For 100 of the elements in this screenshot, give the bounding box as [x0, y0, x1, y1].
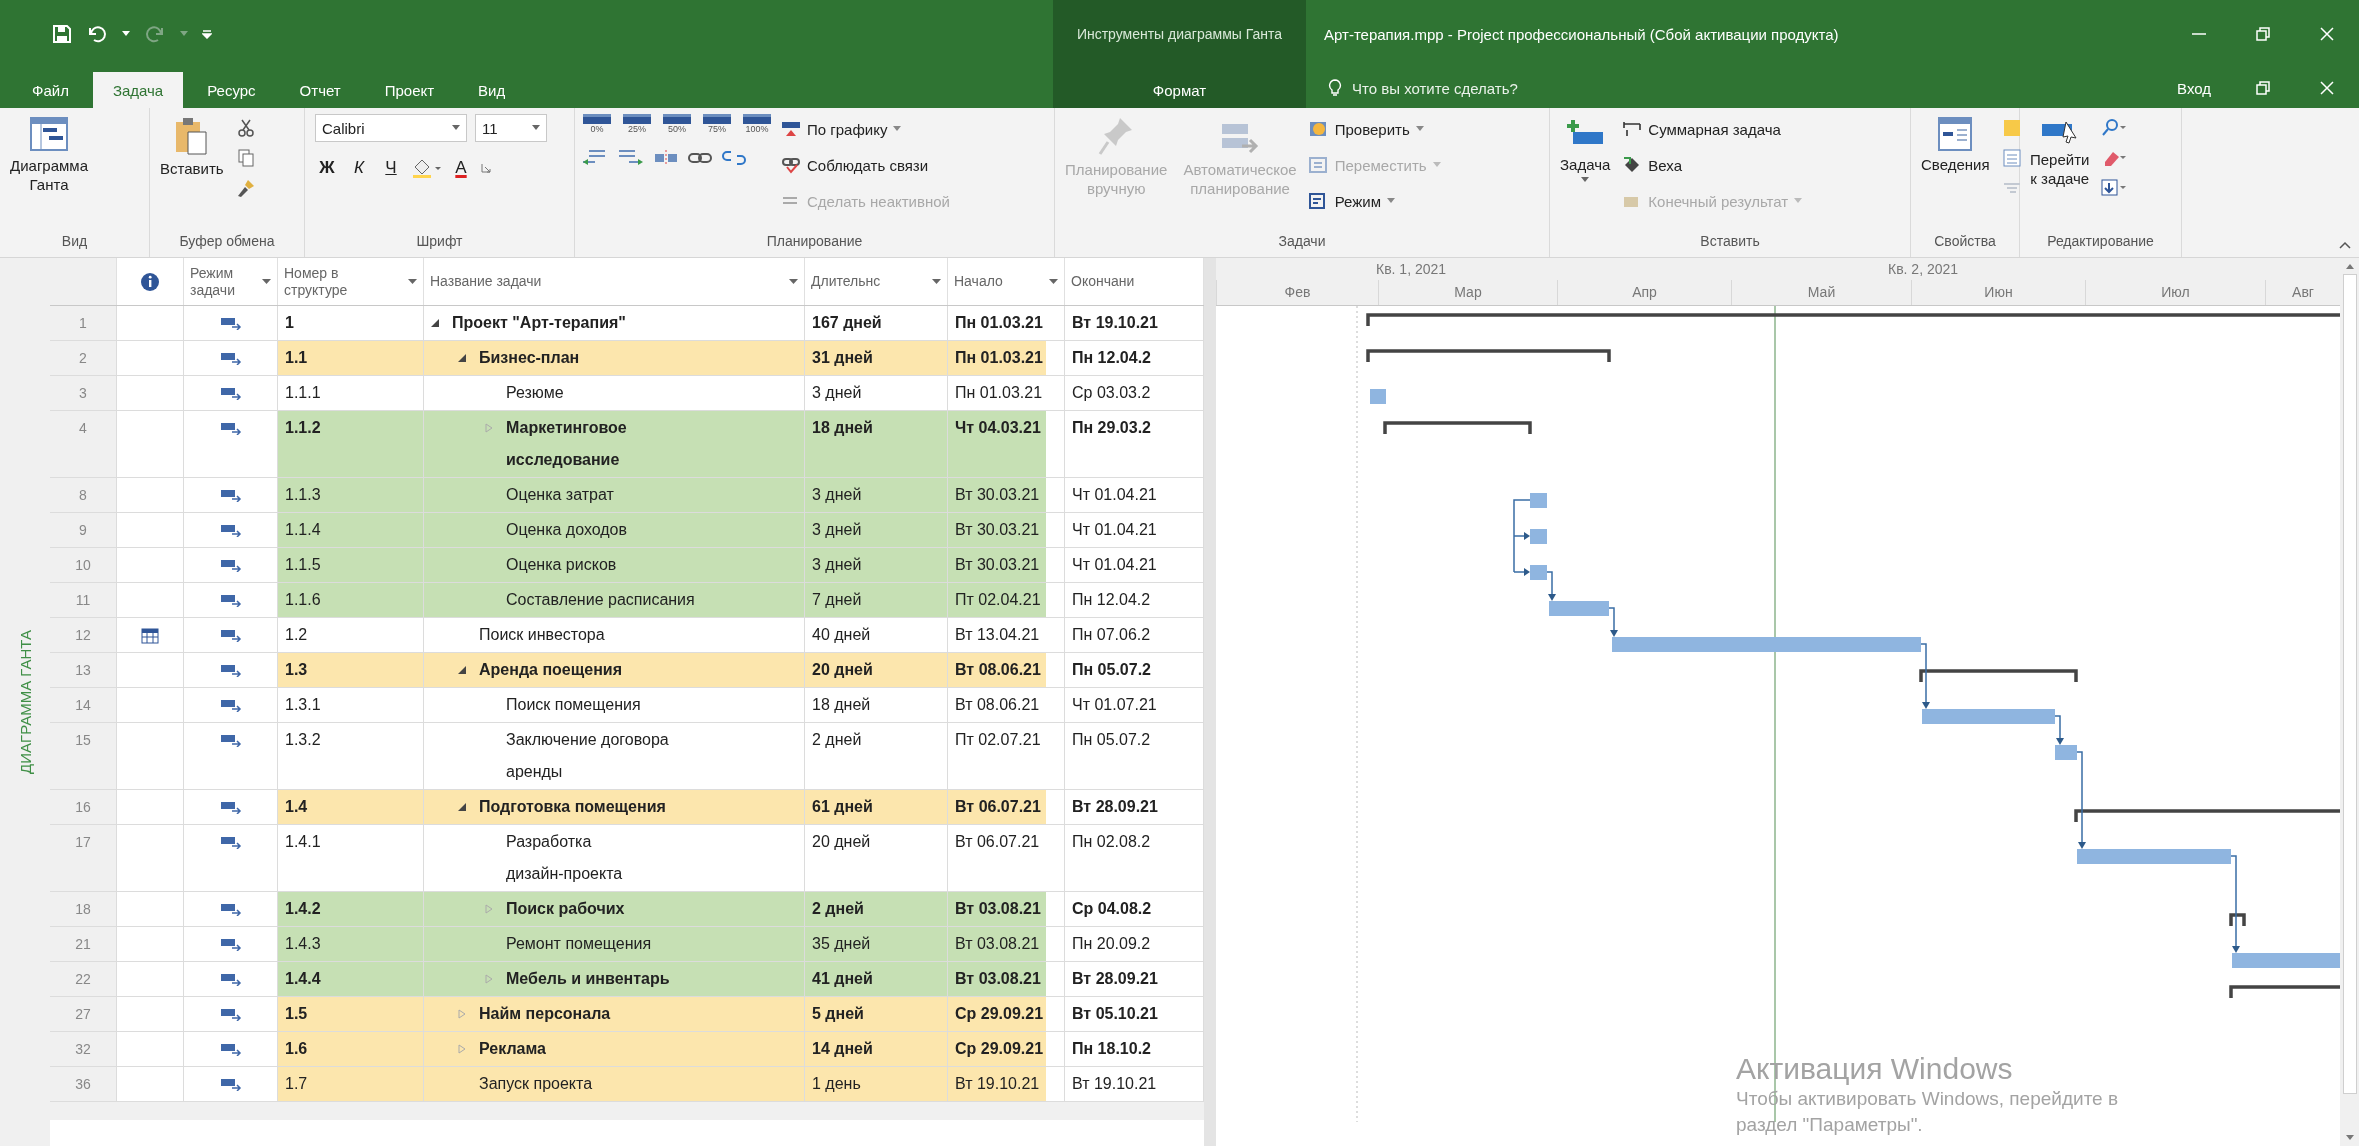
- column-header[interactable]: Начало: [948, 258, 1065, 305]
- horizontal-scrollbar[interactable]: [50, 1102, 1204, 1120]
- row-number[interactable]: 27: [50, 997, 117, 1031]
- row-number[interactable]: 32: [50, 1032, 117, 1066]
- filter-dropdown-icon[interactable]: [408, 278, 417, 285]
- dialog-launcher-icon[interactable]: [481, 163, 491, 173]
- milestone-button[interactable]: Веха: [1622, 150, 1803, 180]
- scroll-down-icon[interactable]: [2344, 1134, 2355, 1142]
- month-label: Апр: [1557, 280, 1731, 305]
- inspect-button[interactable]: Проверить: [1308, 114, 1441, 144]
- outline-toggle-icon[interactable]: [484, 423, 494, 433]
- go-to-task-button[interactable]: Перейти к задаче: [2026, 114, 2094, 190]
- column-header[interactable]: Номер в структуре: [278, 258, 424, 305]
- group-label: Свойства: [1933, 233, 1997, 251]
- outline-toggle-icon[interactable]: [484, 974, 494, 984]
- ribbon-tab[interactable]: Задача: [92, 72, 184, 108]
- row-number[interactable]: 15: [50, 723, 117, 789]
- row-number[interactable]: 18: [50, 892, 117, 926]
- row-number[interactable]: 10: [50, 548, 117, 582]
- row-number[interactable]: 16: [50, 790, 117, 824]
- row-number[interactable]: 36: [50, 1067, 117, 1101]
- copy-icon[interactable]: [235, 148, 256, 168]
- row-number[interactable]: 4: [50, 411, 117, 477]
- column-header[interactable]: Название задачи: [424, 258, 805, 305]
- outline-toggle-icon[interactable]: [484, 904, 494, 914]
- underline-button[interactable]: Ч: [379, 154, 403, 182]
- sign-in-link[interactable]: Вход: [2157, 68, 2231, 108]
- outline-toggle-icon[interactable]: [457, 353, 467, 363]
- filter-dropdown-icon[interactable]: [262, 278, 271, 285]
- ribbon-tab[interactable]: Файл: [12, 72, 89, 108]
- caret-icon[interactable]: [122, 31, 130, 37]
- ribbon-tab[interactable]: Отчет: [279, 72, 361, 108]
- ribbon-tab[interactable]: Проект: [364, 72, 455, 108]
- row-number[interactable]: 3: [50, 376, 117, 410]
- summary-bar[interactable]: [1366, 349, 1611, 362]
- table-cell: 1.4.3: [278, 927, 424, 961]
- information-button[interactable]: Сведения: [1917, 114, 1994, 175]
- column-header[interactable]: Длительнс: [805, 258, 948, 305]
- gantt-chart-button[interactable]: Диаграмма Ганта: [6, 114, 92, 196]
- row-number[interactable]: 22: [50, 962, 117, 996]
- respect-links-button[interactable]: Соблюдать связи: [781, 150, 950, 180]
- brush-icon[interactable]: [235, 178, 256, 198]
- filter-dropdown-icon[interactable]: [932, 278, 941, 285]
- filter-dropdown-icon[interactable]: [789, 278, 798, 285]
- tell-me-field[interactable]: Что вы хотите сделать?: [1350, 78, 1674, 98]
- ribbon-tab[interactable]: Ресурс: [187, 72, 276, 108]
- percent-complete-button[interactable]: 25%: [621, 114, 653, 134]
- outline-toggle-icon[interactable]: [457, 802, 467, 812]
- outline-toggle-icon[interactable]: [457, 1009, 467, 1019]
- unlink-icon[interactable]: [721, 148, 747, 168]
- outline-toggle-icon[interactable]: [430, 318, 440, 328]
- summary-bar[interactable]: [2074, 809, 2340, 822]
- row-number[interactable]: 17: [50, 825, 117, 891]
- insert-task-button[interactable]: Задача: [1556, 114, 1615, 185]
- row-number[interactable]: 2: [50, 341, 117, 375]
- percent-complete-button[interactable]: 0%: [581, 114, 613, 134]
- outline-toggle-icon[interactable]: [457, 1044, 467, 1054]
- summary-bar[interactable]: [2229, 913, 2246, 926]
- fill-color-icon[interactable]: [411, 157, 441, 179]
- summary-task-button[interactable]: Суммарная задача: [1622, 114, 1803, 144]
- row-number[interactable]: 1: [50, 306, 117, 340]
- table-cell: 40 дней: [805, 618, 948, 652]
- summary-bar[interactable]: [1366, 313, 2340, 326]
- mode-button[interactable]: Режим: [1308, 186, 1441, 216]
- outline-toggle-icon[interactable]: [457, 665, 467, 675]
- bold-button[interactable]: Ж: [315, 154, 339, 182]
- font-color-button[interactable]: А: [449, 154, 473, 182]
- task-name: Подготовка помещения: [479, 797, 666, 817]
- undo-icon[interactable]: [86, 24, 108, 44]
- row-number[interactable]: 21: [50, 927, 117, 961]
- collapse-ribbon-icon[interactable]: [2339, 241, 2351, 249]
- scrollbar-thumb[interactable]: [2342, 274, 2357, 1094]
- row-number[interactable]: 12: [50, 618, 117, 652]
- row-number[interactable]: 13: [50, 653, 117, 687]
- search-icon[interactable]: [2101, 118, 2128, 138]
- italic-button[interactable]: К: [347, 154, 371, 182]
- save-icon[interactable]: [52, 24, 72, 44]
- summary-bar[interactable]: [1383, 421, 1532, 434]
- row-number[interactable]: 14: [50, 688, 117, 722]
- percent-complete-button[interactable]: 75%: [701, 114, 733, 134]
- row-number[interactable]: 8: [50, 478, 117, 512]
- percent-complete-button[interactable]: 100%: [741, 114, 773, 134]
- fill-down-icon[interactable]: [2101, 178, 2128, 198]
- percent-complete-button[interactable]: 50%: [661, 114, 693, 134]
- scroll-up-icon[interactable]: [2344, 262, 2355, 270]
- row-number[interactable]: 9: [50, 513, 117, 547]
- on-track-button[interactable]: По графику: [781, 114, 950, 144]
- ribbon-tab[interactable]: Вид: [458, 72, 526, 108]
- vertical-scrollbar[interactable]: [2340, 258, 2359, 1146]
- customize-toolbar-icon[interactable]: [202, 29, 212, 39]
- summary-bar[interactable]: [1919, 669, 2078, 682]
- row-number[interactable]: 11: [50, 583, 117, 617]
- column-header[interactable]: Режим задачи: [184, 258, 278, 305]
- font-size-field[interactable]: 11: [475, 114, 547, 142]
- indent-icon[interactable]: [617, 148, 645, 168]
- cut-icon[interactable]: [235, 118, 256, 138]
- paste-button[interactable]: Вставить: [156, 114, 228, 179]
- summary-bar[interactable]: [2229, 985, 2340, 998]
- filter-dropdown-icon[interactable]: [1049, 278, 1058, 285]
- font-family-field[interactable]: Calibri: [315, 114, 467, 142]
